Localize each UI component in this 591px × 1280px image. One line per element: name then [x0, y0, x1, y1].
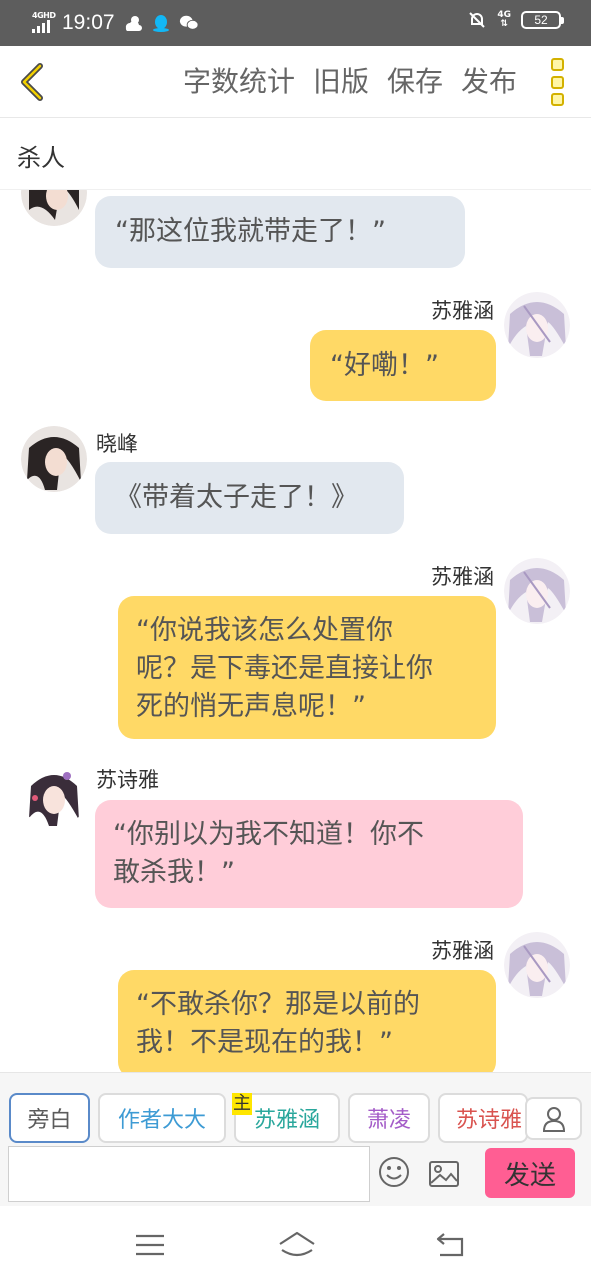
chat-area[interactable]: “那这位我就带走了！” 苏雅涵 “好嘞！” 晓峰 《带着太子走了！》 苏雅涵 “… [0, 190, 591, 1072]
back-arrow-icon[interactable] [14, 60, 50, 104]
home-icon[interactable] [277, 1230, 317, 1260]
qq-icon [152, 15, 169, 32]
status-bar: 4GHD 19:07 4G ⇅ 52 [0, 0, 591, 46]
sender-name: 晓峰 [96, 432, 138, 456]
app-header: 字数统计 旧版 保存 发布 [0, 46, 591, 118]
battery-icon: 52 [521, 11, 564, 29]
avatar[interactable] [504, 558, 570, 624]
message-bubble[interactable]: “那这位我就带走了！” [95, 196, 465, 268]
composer: 发送 [0, 1144, 591, 1206]
main-character-badge: 主 [232, 1093, 252, 1115]
character-selector: 旁白 作者大大 苏雅涵 主 萧凌 苏诗雅 [0, 1072, 591, 1144]
character-chip-narrator[interactable]: 旁白 [9, 1093, 90, 1143]
more-menu-icon[interactable] [551, 58, 567, 106]
message-bubble[interactable]: “不敢杀你？那是以前的 我！不是现在的我！” [118, 970, 496, 1072]
avatar[interactable] [21, 762, 87, 828]
message-input[interactable] [8, 1146, 370, 1202]
send-button[interactable]: 发送 [485, 1148, 575, 1198]
toolbar: 字数统计 旧版 保存 发布 [183, 60, 517, 104]
system-nav-bar [0, 1206, 591, 1280]
message-bubble[interactable]: 《带着太子走了！》 [95, 462, 404, 534]
publish-button[interactable]: 发布 [461, 60, 517, 104]
signal-icon: 4GHD [32, 11, 56, 35]
character-chip-author[interactable]: 作者大大 [98, 1093, 226, 1143]
menu-icon[interactable] [133, 1230, 167, 1260]
old-version-button[interactable]: 旧版 [313, 60, 369, 104]
sender-name: 苏诗雅 [96, 768, 159, 792]
network-type: 4GHD [32, 11, 56, 20]
chapter-title-bar[interactable]: 杀人 [0, 118, 591, 190]
mobile-data-icon: 4G ⇅ [497, 10, 511, 29]
weather-icon [125, 16, 142, 31]
sender-name: 苏雅涵 [431, 565, 494, 589]
character-chip-su-shiya[interactable]: 苏诗雅 [438, 1093, 528, 1143]
user-icon [542, 1106, 565, 1132]
avatar[interactable] [21, 426, 87, 492]
wechat-icon [179, 15, 199, 30]
message-bubble[interactable]: “你别以为我不知道！你不 敢杀我！” [95, 800, 523, 908]
sender-name: 苏雅涵 [431, 299, 494, 323]
sender-name: 苏雅涵 [431, 939, 494, 963]
status-time: 19:07 [62, 11, 115, 34]
character-manage-button[interactable] [525, 1097, 582, 1140]
character-chip-xiao-ling[interactable]: 萧凌 [348, 1093, 430, 1143]
message-bubble[interactable]: “好嘞！” [310, 330, 496, 401]
avatar[interactable] [21, 190, 87, 226]
chapter-title: 杀人 [17, 144, 65, 172]
back-icon[interactable] [434, 1230, 468, 1260]
message-bubble[interactable]: “你说我该怎么处置你 呢？是下毒还是直接让你 死的悄无声息呢！” [118, 596, 496, 739]
save-button[interactable]: 保存 [387, 60, 443, 104]
avatar[interactable] [504, 292, 570, 358]
avatar[interactable] [504, 932, 570, 998]
mute-bell-icon [469, 12, 486, 28]
emoji-icon[interactable] [378, 1156, 410, 1188]
word-count-button[interactable]: 字数统计 [183, 60, 295, 104]
image-icon[interactable] [428, 1160, 460, 1188]
